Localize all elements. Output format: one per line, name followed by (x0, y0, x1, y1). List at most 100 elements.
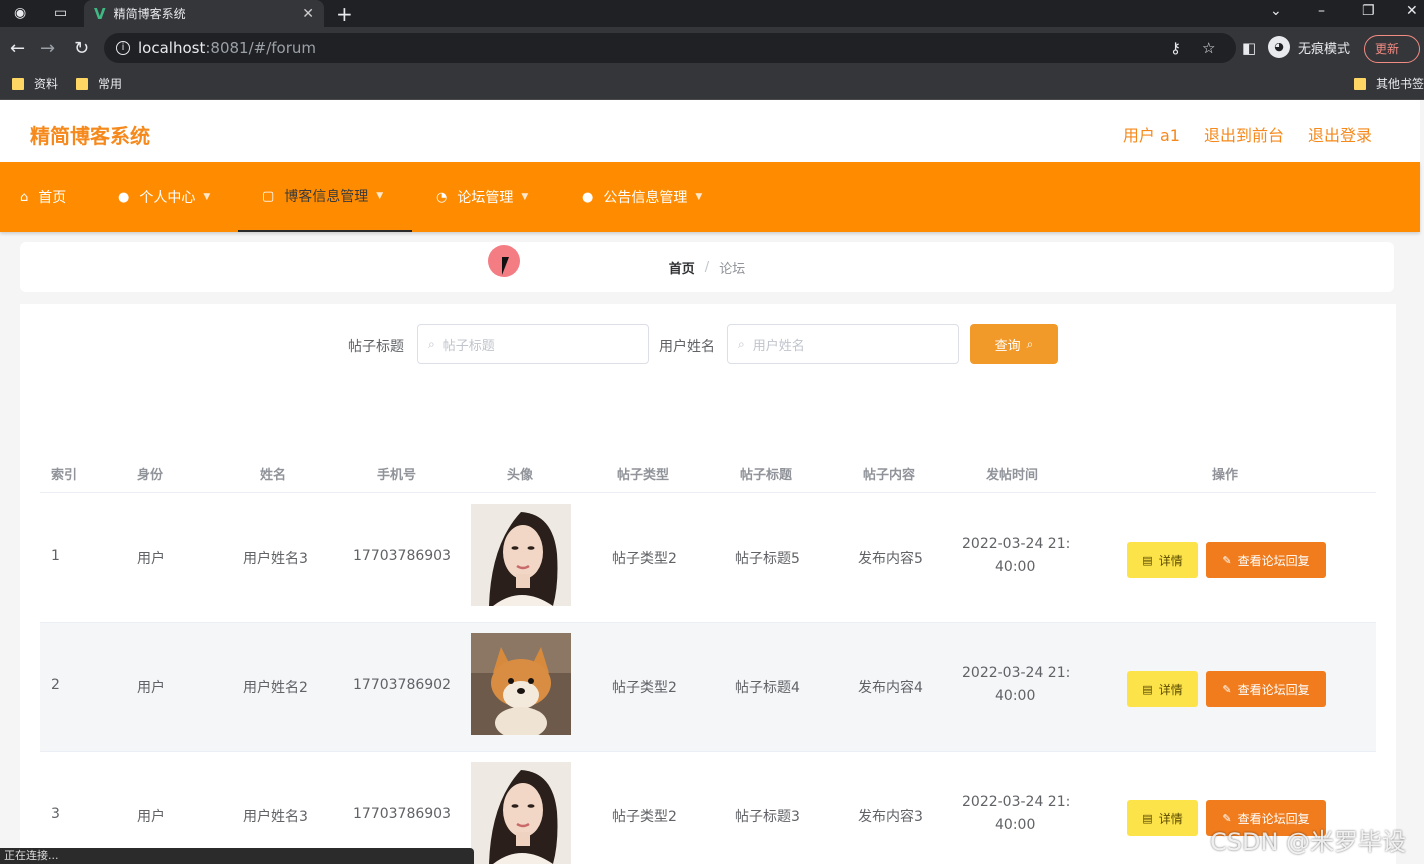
cell-name: 用户姓名2 (243, 680, 308, 696)
menu-label: 个人中心 (139, 190, 196, 206)
new-tab-icon[interactable]: + (336, 2, 353, 26)
star-icon[interactable]: ☆ (1202, 39, 1215, 57)
view-replies-button[interactable]: ✎ 查看论坛回复 (1206, 671, 1326, 707)
close-window-icon[interactable]: ✕ (1406, 3, 1418, 19)
close-icon[interactable]: ✕ (302, 6, 314, 22)
forum-icon: ◔ (436, 189, 448, 205)
search-form: 帖子标题 ⌕ 帖子标题 用户姓名 ⌕ 用户姓名 查询 ⌕ (20, 324, 1396, 366)
cell-role: 用户 (137, 809, 165, 825)
window-icon[interactable]: ▭ (54, 5, 67, 21)
query-label: 查询 (994, 338, 1021, 354)
menu-label: 博客信息管理 (284, 189, 369, 205)
shiba-dog-icon (471, 633, 571, 735)
table-header: 索引 身份 姓名 手机号 头像 帖子类型 帖子标题 帖子内容 发帖时间 操作 (40, 451, 1376, 493)
browser-chrome: ◉ ▭ V 精简博客系统 ✕ + ⌄ – ❐ ✕ ← → ↻ i localho… (0, 0, 1424, 100)
user-icon: ● (118, 189, 130, 205)
query-button[interactable]: 查询 ⌕ (970, 324, 1058, 364)
folder-icon (76, 77, 88, 90)
menu-item-forum[interactable]: ◔ 论坛管理 ▼ (436, 162, 528, 232)
avatar[interactable] (471, 504, 571, 606)
cell-phone: 17703786902 (353, 677, 451, 693)
avatar[interactable] (471, 762, 571, 864)
address-bar[interactable]: i localhost:8081/#/forum (104, 33, 1236, 63)
detail-label: 详情 (1158, 553, 1183, 568)
reply-label: 查看论坛回复 (1237, 553, 1310, 568)
forward-icon[interactable]: → (40, 38, 55, 59)
menu-item-blog[interactable]: ▢ 博客信息管理 ▼ (238, 162, 412, 232)
chevron-down-icon: ▼ (376, 191, 384, 201)
forum-list-card: 帖子标题 ⌕ 帖子标题 用户姓名 ⌕ 用户姓名 查询 ⌕ 索引 身份 姓名 手机… (20, 304, 1396, 864)
menu-label: 论坛管理 (457, 190, 514, 206)
doc-icon: ▢ (262, 188, 275, 204)
reply-label: 查看论坛回复 (1237, 682, 1310, 697)
header-avatar: 头像 (507, 468, 534, 483)
cell-index: 1 (51, 548, 60, 564)
info-icon[interactable]: i (116, 41, 130, 55)
breadcrumb-home[interactable]: 首页 (669, 258, 695, 277)
browser-tab[interactable]: V 精简博客系统 ✕ (84, 0, 324, 27)
key-icon[interactable]: ⚷ (1170, 39, 1181, 57)
woman-portrait-icon (471, 762, 571, 864)
cell-role: 用户 (137, 680, 165, 696)
header-content: 帖子内容 (863, 468, 916, 483)
title-search-input[interactable]: ⌕ 帖子标题 (417, 324, 649, 364)
tab-strip: ◉ ▭ V 精简博客系统 ✕ + ⌄ – ❐ ✕ (0, 0, 1424, 27)
menu-label: 公告信息管理 (603, 190, 688, 206)
bookmark-folder[interactable]: 资料 (12, 75, 58, 92)
bookmarks-bar: 资料 常用 其他书签 (0, 71, 1424, 100)
incognito-icon: ◕ (1268, 36, 1290, 58)
bookmark-folder[interactable]: 常用 (76, 75, 122, 92)
view-replies-button[interactable]: ✎ 查看论坛回复 (1206, 542, 1326, 578)
search-icon: ⌕ (428, 336, 435, 351)
detail-button[interactable]: ▤ 详情 (1127, 671, 1198, 707)
title-placeholder: 帖子标题 (442, 338, 495, 354)
cell-name: 用户姓名3 (243, 551, 308, 567)
cell-time-date: 2022-03-24 21: (962, 536, 1071, 552)
menu-item-home[interactable]: ⌂ 首页 (20, 162, 66, 232)
table-row: 1 用户 用户姓名3 17703786903 帖子类型2 帖子标题5 发布内容5… (40, 494, 1376, 623)
woman-portrait-icon (471, 504, 571, 606)
restore-icon[interactable]: ❐ (1362, 3, 1375, 19)
incognito-label: 无痕模式 (1298, 41, 1351, 57)
cell-title: 帖子标题4 (735, 680, 800, 696)
other-bookmarks[interactable]: 其他书签 (1354, 75, 1424, 92)
menu-item-notice[interactable]: ● 公告信息管理 ▼ (582, 162, 702, 232)
cell-role: 用户 (137, 551, 165, 567)
update-label: 更新 (1375, 42, 1400, 56)
update-button[interactable]: 更新 (1364, 35, 1420, 63)
cell-type: 帖子类型2 (612, 680, 677, 696)
reload-icon[interactable]: ↻ (74, 38, 89, 59)
logout-link[interactable]: 退出登录 (1308, 122, 1372, 146)
cell-time-clock: 40:00 (995, 559, 1036, 575)
cell-phone: 17703786903 (353, 548, 451, 564)
chevron-down-icon: ▼ (695, 192, 703, 202)
sidepanel-icon[interactable]: ◧ (1242, 39, 1256, 57)
header-name: 姓名 (260, 468, 287, 483)
detail-label: 详情 (1158, 682, 1183, 697)
folder-icon (1354, 77, 1366, 90)
detail-button[interactable]: ▤ 详情 (1127, 542, 1198, 578)
chevron-down-icon[interactable]: ⌄ (1270, 3, 1282, 19)
back-icon[interactable]: ← (10, 38, 25, 59)
user-link[interactable]: 用户 a1 (1123, 122, 1180, 146)
url-path: :8081/#/forum (205, 39, 316, 57)
detail-button[interactable]: ▤ 详情 (1127, 800, 1198, 836)
header-links: 用户 a1 退出到前台 退出登录 (1123, 122, 1372, 146)
menu-label: 首页 (38, 190, 67, 206)
cell-content: 发布内容5 (858, 551, 923, 567)
incognito-indicator[interactable]: ◕ 无痕模式 (1268, 36, 1350, 58)
app-title: 精简博客系统 (30, 124, 150, 148)
menu-item-personal[interactable]: ● 个人中心 ▼ (118, 162, 210, 232)
header-title: 帖子标题 (740, 468, 793, 483)
chevron-down-icon: ▼ (203, 192, 211, 202)
back-to-front-link[interactable]: 退出到前台 (1204, 122, 1284, 146)
globe-icon[interactable]: ◉ (14, 5, 26, 21)
avatar[interactable] (471, 633, 571, 735)
cell-content: 发布内容3 (858, 809, 923, 825)
header-type: 帖子类型 (617, 468, 670, 483)
watermark: CSDN @米罗毕设 (1210, 828, 1407, 856)
table-row: 2 用户 用户姓名2 17703786902 帖子类型2 帖子标题4 发布内容4… (40, 623, 1376, 752)
minimize-icon[interactable]: – (1318, 3, 1325, 19)
name-search-input[interactable]: ⌕ 用户姓名 (727, 324, 959, 364)
search-icon: ⌕ (738, 336, 745, 351)
